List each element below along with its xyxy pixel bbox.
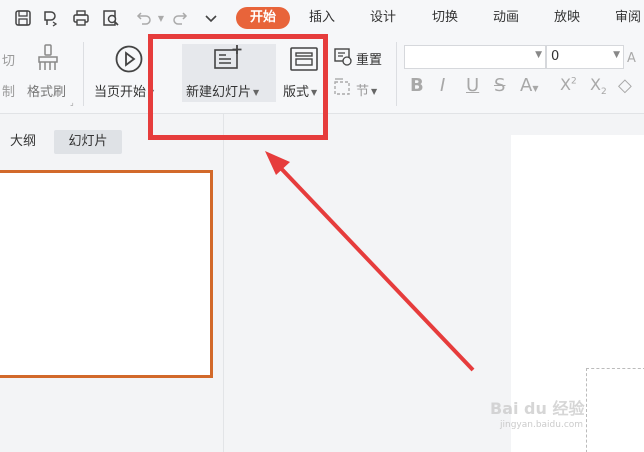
section-icon <box>334 78 352 100</box>
font-color-icon[interactable]: A▼ <box>520 75 538 96</box>
customize-toolbar-icon[interactable] <box>200 8 222 28</box>
reset-button[interactable]: 重置 <box>356 49 382 68</box>
increase-font-icon[interactable]: A <box>627 51 636 66</box>
tab-review[interactable]: 审阅 <box>606 7 644 29</box>
section-label: 节 <box>356 84 370 99</box>
print-preview-icon[interactable] <box>100 8 122 28</box>
save-icon[interactable] <box>12 8 34 28</box>
section-button[interactable]: 节 ▼ <box>356 80 377 99</box>
tab-animation[interactable]: 动画 <box>484 7 528 29</box>
print-icon[interactable] <box>70 8 92 28</box>
tab-insert[interactable]: 插入 <box>300 7 344 29</box>
play-current-label: 当页开始 <box>94 85 147 100</box>
undo-dropdown-icon[interactable]: ▼ <box>150 8 172 28</box>
chevron-down-icon: ▼ <box>535 50 542 60</box>
play-current-button[interactable]: 当页开始 ▼ <box>94 81 154 100</box>
tab-slides[interactable]: 幻灯片 <box>54 130 122 154</box>
clear-format-icon[interactable]: ◇ <box>618 75 632 96</box>
tab-design[interactable]: 设计 <box>361 7 405 29</box>
font-name-combo[interactable]: ▼ <box>404 45 546 69</box>
tab-slideshow[interactable]: 放映 <box>545 7 589 29</box>
strikethrough-icon[interactable]: S <box>494 75 505 96</box>
italic-icon[interactable]: I <box>440 75 445 96</box>
ribbon-separator <box>83 42 84 106</box>
copy-button[interactable]: 制 <box>2 81 15 100</box>
underline-icon[interactable]: U <box>466 75 479 96</box>
cut-button[interactable]: 切 <box>2 50 15 69</box>
play-icon <box>114 44 144 78</box>
tab-start[interactable]: 开始 <box>236 7 290 29</box>
placeholder-outline <box>586 368 644 452</box>
redo-icon[interactable] <box>170 8 192 28</box>
superscript-icon[interactable]: X2 <box>560 75 577 94</box>
export-icon[interactable] <box>40 8 62 28</box>
clipboard-launcher-icon[interactable]: ⌟ <box>70 98 74 107</box>
watermark-url: jingyan.baidu.com <box>500 420 584 430</box>
font-size-combo[interactable]: 0 ▼ <box>546 45 624 69</box>
font-size-value: 0 <box>551 49 560 64</box>
watermark-logo: Bai du 经验 <box>490 399 585 418</box>
chevron-down-icon: ▼ <box>613 50 620 60</box>
reset-icon <box>334 48 352 70</box>
slide-thumbnail[interactable] <box>0 170 213 378</box>
format-painter-icon <box>36 44 60 78</box>
subscript-icon[interactable]: X2 <box>590 75 607 97</box>
format-painter-button[interactable]: 格式刷 <box>27 81 66 100</box>
tab-outline[interactable]: 大纲 <box>2 130 44 154</box>
annotation-highlight-box <box>148 34 328 140</box>
menu-bar: ▼ 开始 插入 设计 切换 动画 放映 审阅 <box>0 0 644 36</box>
tab-transition[interactable]: 切换 <box>423 7 467 29</box>
ribbon-separator <box>396 42 397 106</box>
bold-icon[interactable]: B <box>410 75 424 96</box>
